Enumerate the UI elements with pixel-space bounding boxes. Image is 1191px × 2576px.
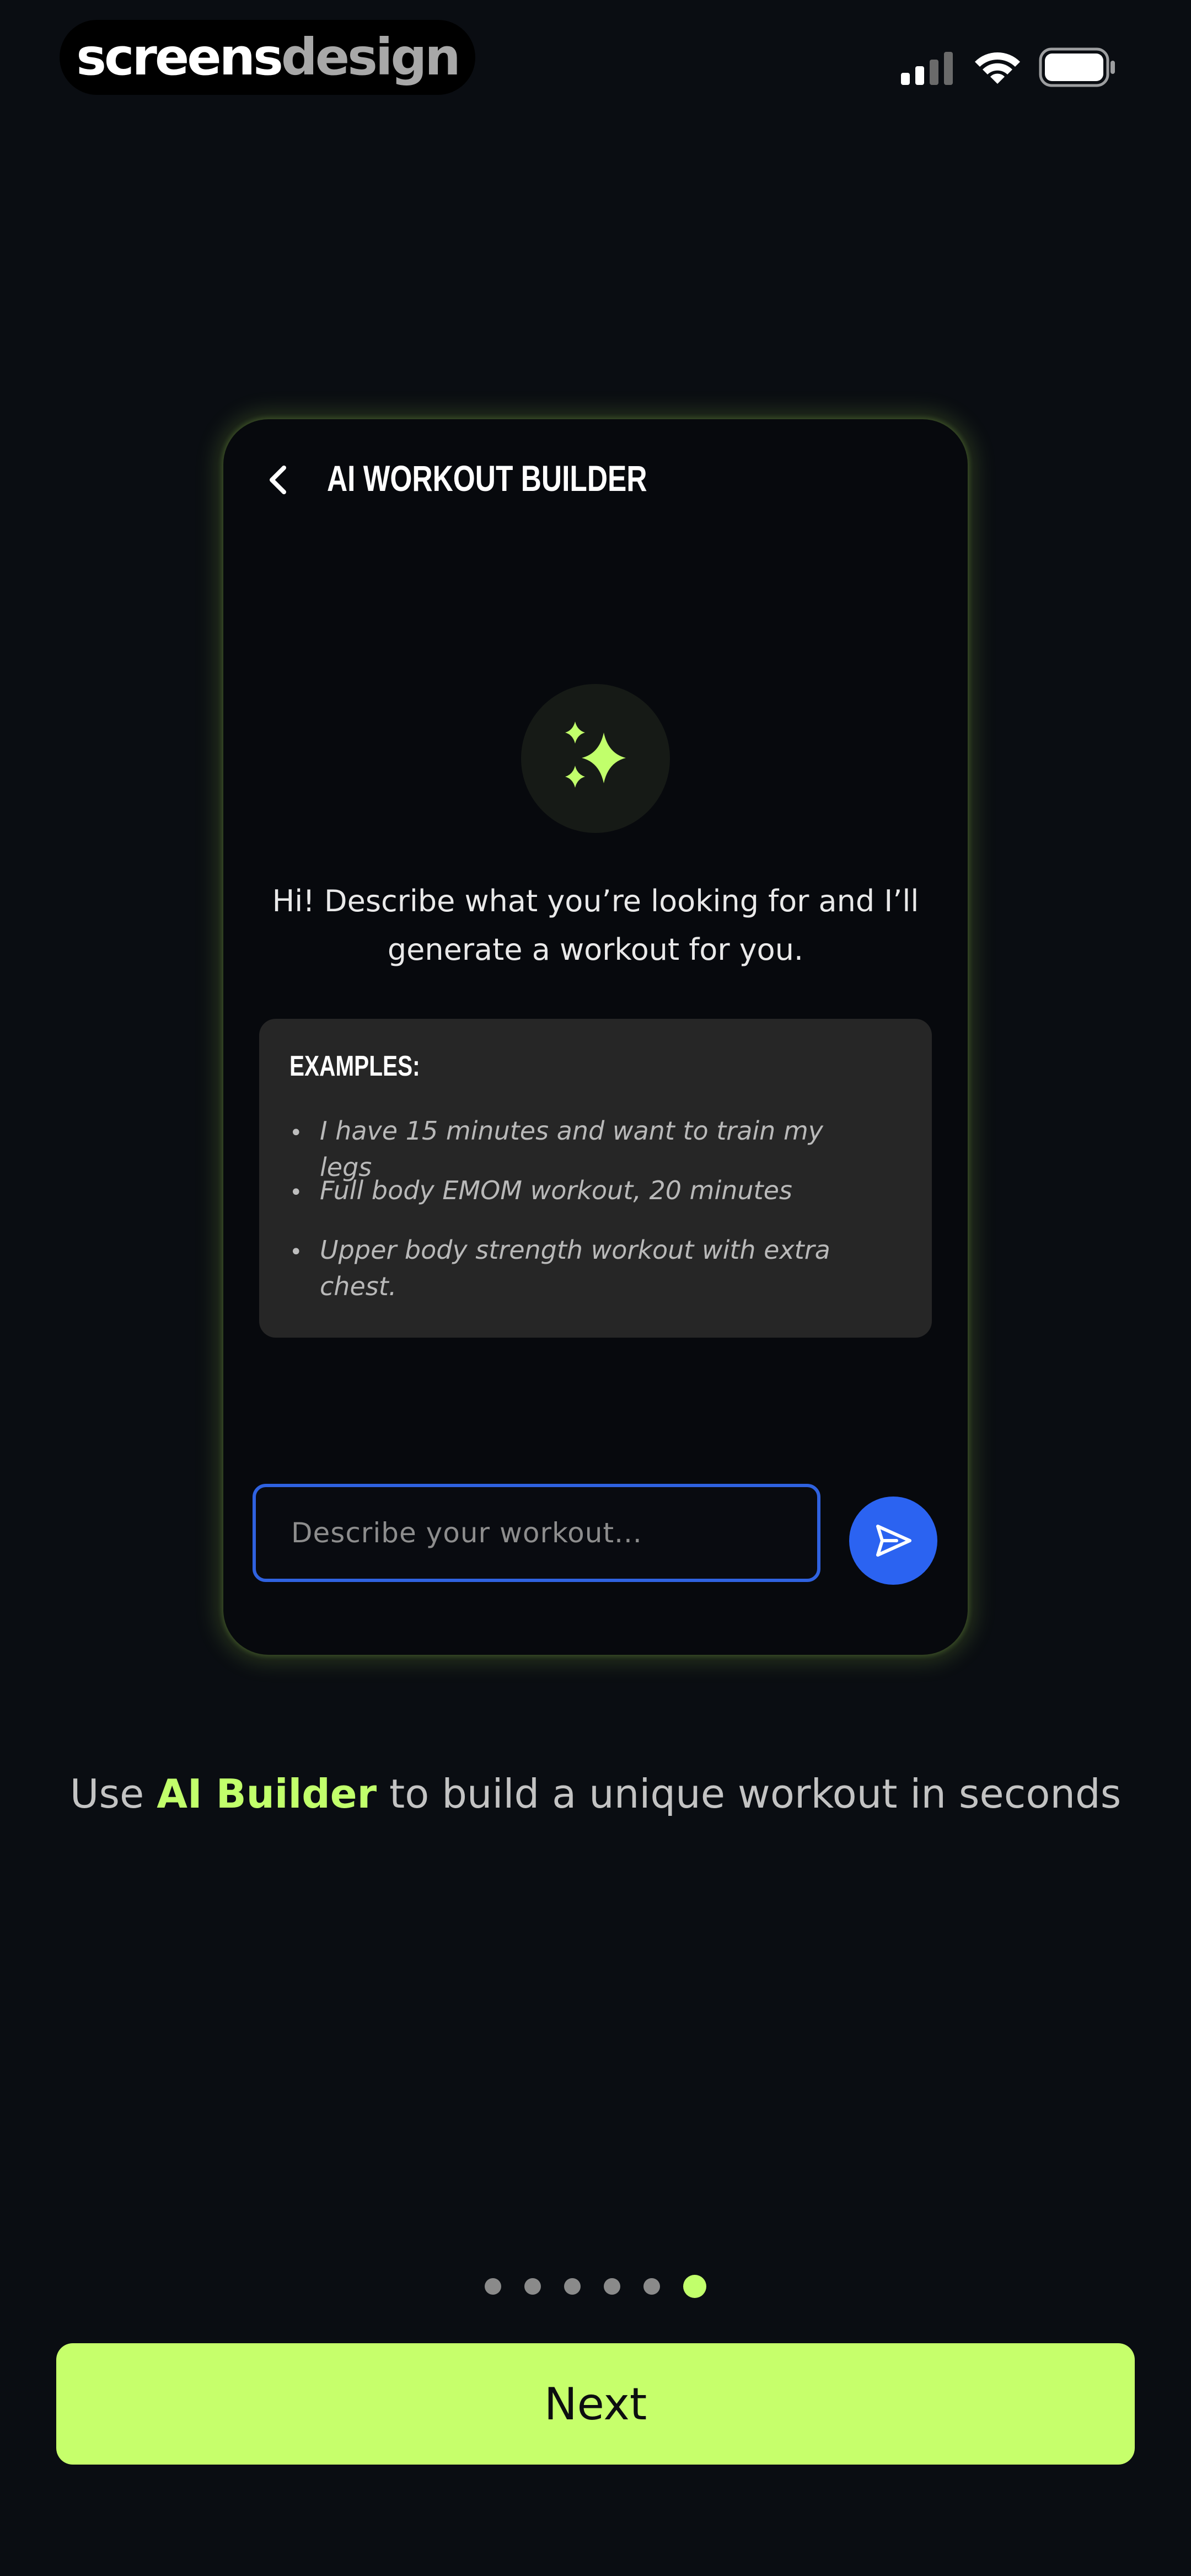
bullet: • <box>289 1239 303 1265</box>
page-dot <box>485 2278 501 2295</box>
caption-suffix: to build a unique workout in seconds <box>377 1771 1122 1817</box>
page-dot <box>524 2278 541 2295</box>
workout-description-field[interactable] <box>253 1484 820 1582</box>
caption-prefix: Use <box>69 1771 157 1817</box>
greeting-text: Hi! Describe what you’re looking for and… <box>272 884 919 967</box>
send-button[interactable] <box>849 1497 937 1585</box>
bullet: • <box>289 1120 303 1146</box>
back-button[interactable] <box>256 452 301 507</box>
ai-builder-preview-card: AI WORKOUT BUILDER Hi! Describe what you… <box>223 419 968 1655</box>
page-dot-active <box>683 2275 706 2298</box>
card-title: AI WORKOUT BUILDER <box>327 458 647 499</box>
examples-panel: EXAMPLES: • I have 15 minutes and want t… <box>259 1019 932 1338</box>
sparkle-icon <box>565 722 626 788</box>
brand-logo-part2: design <box>281 28 461 87</box>
send-icon <box>876 1525 911 1557</box>
workout-description-input[interactable] <box>290 1516 788 1549</box>
examples-title: EXAMPLES: <box>289 1050 420 1082</box>
brand-logo-part1: screens <box>76 28 283 87</box>
caption-highlight: AI Builder <box>157 1771 377 1817</box>
page-indicator <box>0 2275 1191 2298</box>
page-dot <box>604 2278 620 2295</box>
bullet: • <box>289 1180 303 1205</box>
brand-logo: screensdesign <box>60 20 475 95</box>
onboarding-caption: Use AI Builder to build a unique workout… <box>0 1771 1191 1817</box>
page-dot <box>643 2278 660 2295</box>
example-text: Full body EMOM workout, 20 minutes <box>320 1175 792 1205</box>
wifi-icon <box>975 52 1020 84</box>
page-dot <box>564 2278 581 2295</box>
battery-icon <box>1039 47 1115 87</box>
sparkle-badge <box>521 684 670 833</box>
next-button[interactable]: Next <box>56 2343 1135 2465</box>
signal-icon <box>901 52 953 85</box>
chevron-left-icon <box>270 466 286 494</box>
example-text: Upper body strength workout with extra c… <box>320 1235 830 1301</box>
